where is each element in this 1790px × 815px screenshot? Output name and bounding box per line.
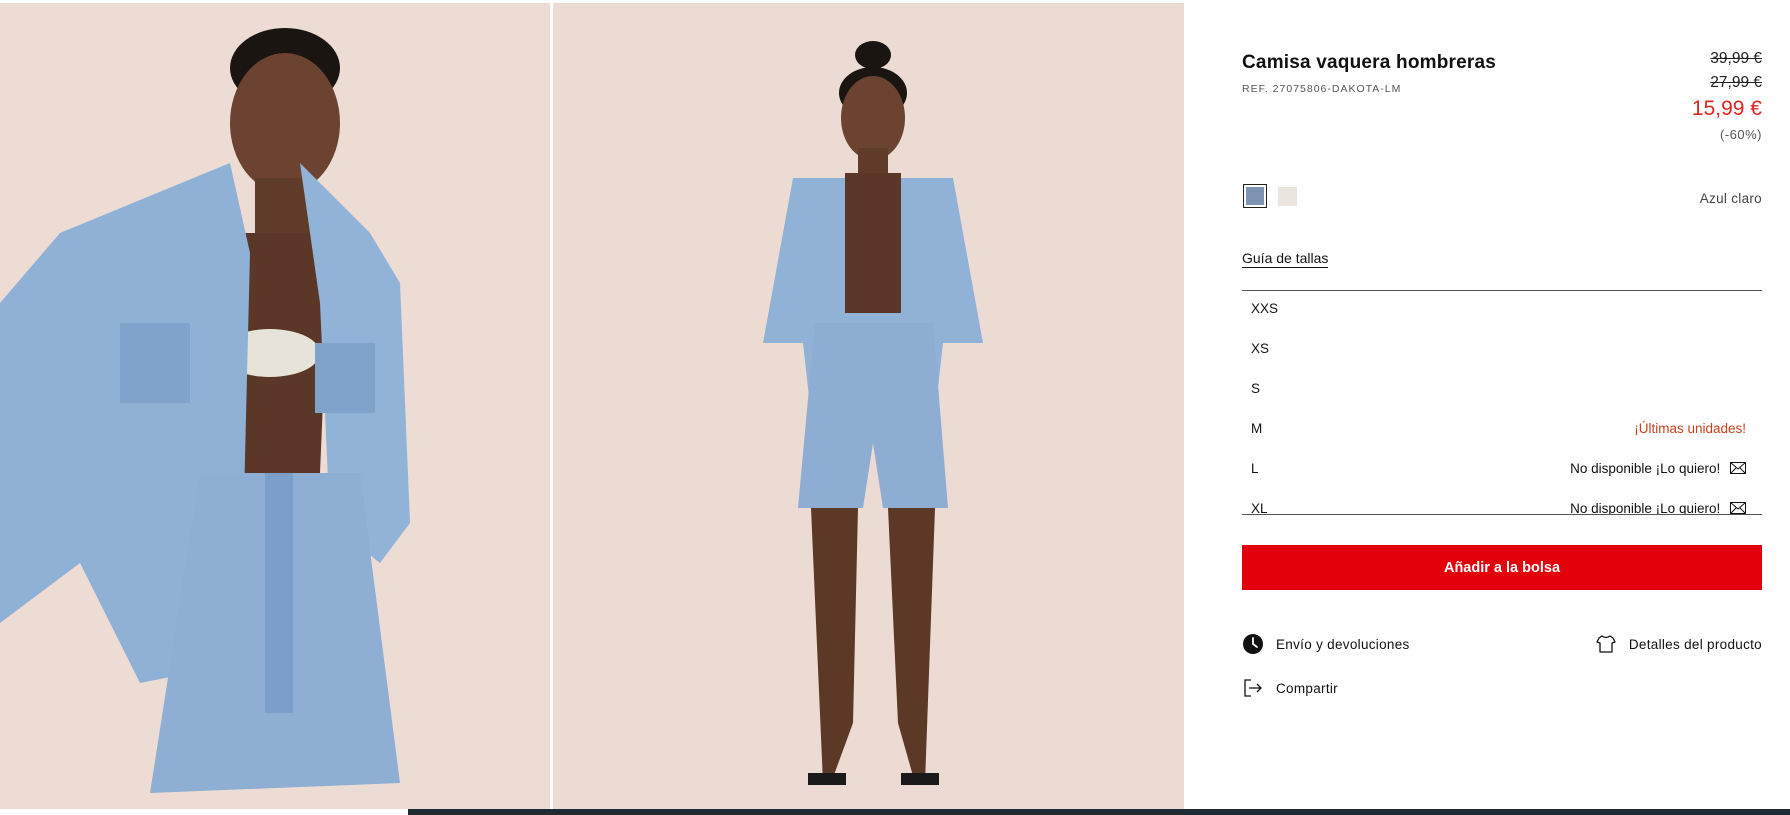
product-reference: REF. 27075806-DAKOTA-LM	[1242, 83, 1402, 95]
size-label: XXS	[1251, 301, 1279, 316]
product-photo-fullbody[interactable]	[553, 3, 1184, 809]
color-swatch-off-white[interactable]	[1278, 187, 1297, 206]
size-stock-status: ¡Últimas unidades!	[1634, 421, 1746, 436]
share-link[interactable]: Compartir	[1242, 677, 1338, 699]
tshirt-icon	[1595, 633, 1617, 655]
gallery-divider	[550, 3, 553, 809]
selected-color-name: Azul claro	[1699, 191, 1762, 206]
swatch-fill	[1246, 187, 1264, 205]
clock-icon	[1242, 633, 1264, 655]
size-label: S	[1251, 381, 1261, 396]
share-label: Compartir	[1276, 680, 1338, 696]
product-photo-closeup[interactable]	[0, 3, 550, 809]
size-list[interactable]: XXS XS S M ¡Últimas unidades! L No dispo…	[1242, 290, 1762, 515]
shipping-returns-label: Envío y devoluciones	[1276, 636, 1410, 652]
size-label: XS	[1251, 341, 1270, 356]
add-to-bag-button[interactable]: Añadir a la bolsa	[1242, 545, 1762, 590]
size-stock-status: No disponible ¡Lo quiero!	[1570, 461, 1721, 476]
mail-icon	[1730, 502, 1746, 514]
product-title: Camisa vaquera hombreras	[1242, 52, 1497, 73]
size-option-xxs[interactable]: XXS	[1242, 291, 1762, 331]
size-label: L	[1251, 461, 1259, 476]
size-option-xl[interactable]: XL No disponible ¡Lo quiero!	[1242, 491, 1762, 515]
mail-icon	[1730, 462, 1746, 474]
size-label: M	[1251, 421, 1263, 436]
shipping-returns-link[interactable]: Envío y devoluciones	[1242, 633, 1410, 655]
product-gallery	[0, 3, 1184, 809]
model-closeup-illustration	[0, 3, 550, 809]
price-current: 15,99 €	[1691, 97, 1762, 120]
discount-badge: (-60%)	[1719, 127, 1762, 142]
size-option-m[interactable]: M ¡Últimas unidades!	[1242, 411, 1762, 451]
size-option-xs[interactable]: XS	[1242, 331, 1762, 371]
price-original-2: 27,99 €	[1710, 74, 1762, 91]
size-option-l[interactable]: L No disponible ¡Lo quiero!	[1242, 451, 1762, 491]
product-details-label: Detalles del producto	[1628, 636, 1762, 652]
size-notify[interactable]: No disponible ¡Lo quiero!	[1570, 501, 1746, 515]
product-details-link[interactable]: Detalles del producto	[1595, 633, 1762, 655]
size-stock-status: No disponible ¡Lo quiero!	[1570, 501, 1721, 515]
size-list-bottom-divider	[1242, 514, 1762, 515]
model-fullbody-illustration	[553, 3, 1184, 809]
size-notify[interactable]: No disponible ¡Lo quiero!	[1570, 461, 1746, 476]
size-guide-link[interactable]: Guía de tallas	[1242, 250, 1329, 268]
price-original-1: 39,99 €	[1710, 50, 1762, 67]
bottom-scroll-bar	[408, 809, 1790, 815]
size-label: XL	[1251, 501, 1268, 515]
size-option-s[interactable]: S	[1242, 371, 1762, 411]
color-swatch-light-blue[interactable]	[1243, 184, 1267, 208]
share-icon	[1242, 677, 1264, 699]
